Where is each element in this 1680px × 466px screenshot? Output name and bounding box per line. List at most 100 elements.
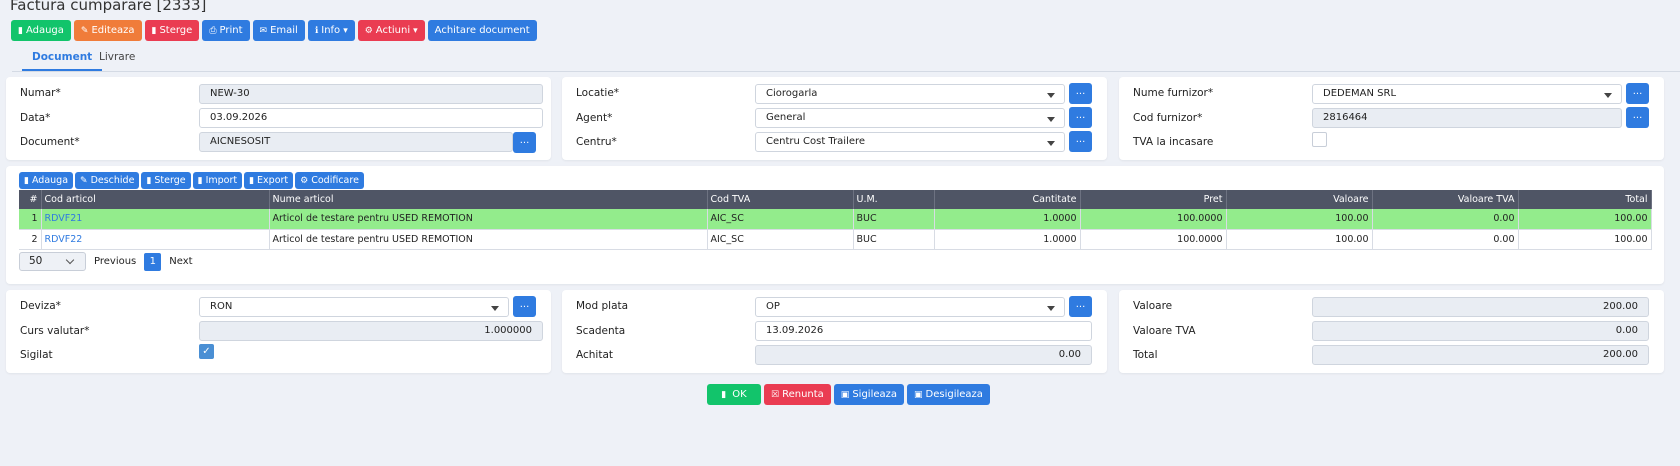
table-row[interactable]: 2 RDVF22 Articol de testare pentru USED … xyxy=(19,229,1652,250)
deviza-select[interactable]: RON xyxy=(199,297,509,317)
item-open-button[interactable]: ✎ Deschide xyxy=(75,172,140,189)
col-header-um[interactable]: U.M. xyxy=(853,190,935,209)
checkmark-icon: ✓ xyxy=(202,346,211,357)
next-page-link[interactable]: Next xyxy=(169,256,192,267)
curs-field[interactable]: 1.000000 xyxy=(199,321,543,341)
envelope-icon: ✉ xyxy=(259,25,268,36)
file-icon: ▮ xyxy=(24,175,29,186)
cell-um: BUC xyxy=(853,209,935,230)
document-lookup-button[interactable]: ... xyxy=(513,132,536,153)
numar-field[interactable]: NEW-30 xyxy=(199,84,543,104)
centru-select[interactable]: Centru Cost Trailere xyxy=(755,132,1065,152)
data-field[interactable]: 03.09.2026 xyxy=(199,108,543,128)
mod-plata-lookup-button[interactable]: ... xyxy=(1069,296,1092,317)
cell-cod-articol-link[interactable]: RDVF22 xyxy=(41,229,270,250)
form-actions: ▮ OK ☒ Renunta ▣ Sigileaza ▣ Desigileaza xyxy=(707,384,990,405)
cell-cantitate: 1.0000 xyxy=(934,229,1081,250)
page-number-button[interactable]: 1 xyxy=(144,252,162,271)
tva-incasare-label: TVA la incasare xyxy=(1133,136,1214,148)
col-header-cod-tva[interactable]: Cod TVA xyxy=(707,190,854,209)
deviza-lookup-button[interactable]: ... xyxy=(513,296,536,317)
info-dropdown-button[interactable]: ℹ Info ▾ xyxy=(307,20,355,41)
item-coding-button[interactable]: ⚙ Codificare xyxy=(295,172,364,189)
ok-button[interactable]: ▮ OK xyxy=(707,384,761,405)
edit-button[interactable]: ✎ Editeaza xyxy=(73,20,142,41)
item-export-button[interactable]: ▮ Export xyxy=(244,172,294,189)
seal-button[interactable]: ▣ Sigileaza xyxy=(833,384,904,405)
delete-button[interactable]: ▮ Sterge xyxy=(144,20,200,41)
unseal-button[interactable]: ▣ Desigileaza xyxy=(907,384,990,405)
agent-select[interactable]: General xyxy=(755,108,1065,128)
scadenta-label: Scadenta xyxy=(576,325,626,337)
total-field[interactable]: 200.00 xyxy=(1312,345,1649,365)
locatie-lookup-button[interactable]: ... xyxy=(1069,83,1092,104)
file-export-icon: ▮ xyxy=(249,175,255,186)
col-header-nume-articol[interactable]: Nume articol xyxy=(269,190,708,209)
save-icon: ▮ xyxy=(721,389,727,400)
close-box-icon: ☒ xyxy=(771,389,780,400)
add-button[interactable]: ▮ Adauga xyxy=(11,20,71,41)
document-info-card: Numar* NEW-30 Data* 03.09.2026 Document*… xyxy=(6,77,551,160)
page-size-select[interactable]: 50 xyxy=(19,252,86,271)
cell-pret: 100.0000 xyxy=(1080,209,1227,230)
pencil-icon: ✎ xyxy=(80,25,89,36)
cell-nume-articol: Articol de testare pentru USED REMOTION xyxy=(269,209,708,230)
cell-index: 2 xyxy=(19,229,42,250)
mod-plata-label: Mod plata xyxy=(576,300,629,312)
valoare-tva-field[interactable]: 0.00 xyxy=(1312,321,1649,341)
achitat-field[interactable]: 0.00 xyxy=(755,345,1092,365)
col-header-valoare[interactable]: Valoare xyxy=(1226,190,1373,209)
centru-lookup-button[interactable]: ... xyxy=(1069,131,1092,152)
item-delete-button[interactable]: ▮ Sterge xyxy=(141,172,191,189)
col-header-total[interactable]: Total xyxy=(1518,190,1652,209)
cancel-button[interactable]: ☒ Renunta xyxy=(764,384,831,405)
cell-total: 100.00 xyxy=(1518,229,1652,250)
items-toolbar: ▮ Adauga ✎ Deschide ▮ Sterge ▮ Import ▮ Expor… xyxy=(19,172,364,189)
cell-cod-articol-link[interactable]: RDVF21 xyxy=(41,209,270,230)
print-button[interactable]: ⎙ Print xyxy=(202,20,250,41)
mod-plata-select[interactable]: OP xyxy=(755,297,1065,317)
achitat-label: Achitat xyxy=(576,349,614,361)
valoare-tva-label: Valoare TVA xyxy=(1133,325,1196,337)
info-icon: ℹ xyxy=(314,25,319,36)
pay-document-button[interactable]: Achitare document xyxy=(427,20,537,41)
locatie-label: Locatie* xyxy=(576,87,620,99)
item-add-button[interactable]: ▮ Adauga xyxy=(19,172,74,189)
gear-icon: ⚙ xyxy=(364,25,373,36)
locatie-select[interactable]: Ciorogarla xyxy=(755,84,1065,104)
unlock-icon: ▣ xyxy=(914,389,923,400)
tab-delivery[interactable]: Livrare xyxy=(89,51,145,69)
centru-label: Centru* xyxy=(576,136,617,148)
total-label: Total xyxy=(1133,349,1158,361)
email-button[interactable]: ✉ Email xyxy=(252,20,305,41)
sigilat-checkbox[interactable]: ✓ xyxy=(199,344,214,359)
pagination: 50 Previous 1 Next xyxy=(19,252,193,271)
col-header-cantitate[interactable]: Cantitate xyxy=(934,190,1081,209)
deviza-label: Deviza* xyxy=(20,300,61,312)
agent-lookup-button[interactable]: ... xyxy=(1069,107,1092,128)
item-import-button[interactable]: ▮ Import xyxy=(192,172,243,189)
cell-valoare: 100.00 xyxy=(1226,209,1373,230)
col-header-cod-articol[interactable]: Cod articol xyxy=(41,190,270,209)
caret-down-icon: ▾ xyxy=(343,25,348,36)
furnizor-label: Nume furnizor* xyxy=(1133,87,1214,99)
col-header-index[interactable]: # xyxy=(19,190,42,209)
valoare-field[interactable]: 200.00 xyxy=(1312,297,1649,317)
col-header-valoare-tva[interactable]: Valoare TVA xyxy=(1372,190,1519,209)
actions-dropdown-button[interactable]: ⚙ Actiuni ▾ xyxy=(357,20,425,41)
col-header-pret[interactable]: Pret xyxy=(1080,190,1227,209)
previous-page-link[interactable]: Previous xyxy=(94,256,136,267)
document-field[interactable]: AICNESOSIT xyxy=(199,132,513,152)
furnizor-lookup-button[interactable]: ... xyxy=(1626,83,1649,104)
table-row[interactable]: 1 RDVF21 Articol de testare pentru USED … xyxy=(19,209,1652,230)
tva-incasare-checkbox[interactable] xyxy=(1312,132,1327,147)
scadenta-field[interactable]: 13.09.2026 xyxy=(755,321,1092,341)
agent-label: Agent* xyxy=(576,112,613,124)
cod-furnizor-lookup-button[interactable]: ... xyxy=(1626,107,1649,128)
cod-furnizor-field[interactable]: 2816464 xyxy=(1312,108,1622,128)
furnizor-select[interactable]: DEDEMAN SRL xyxy=(1312,84,1622,104)
cell-index: 1 xyxy=(19,209,42,230)
pencil-icon: ✎ xyxy=(80,175,88,186)
payment-card: Mod plata OP ... Scadenta 13.09.2026 Ach… xyxy=(562,290,1107,373)
data-label: Data* xyxy=(20,112,51,124)
